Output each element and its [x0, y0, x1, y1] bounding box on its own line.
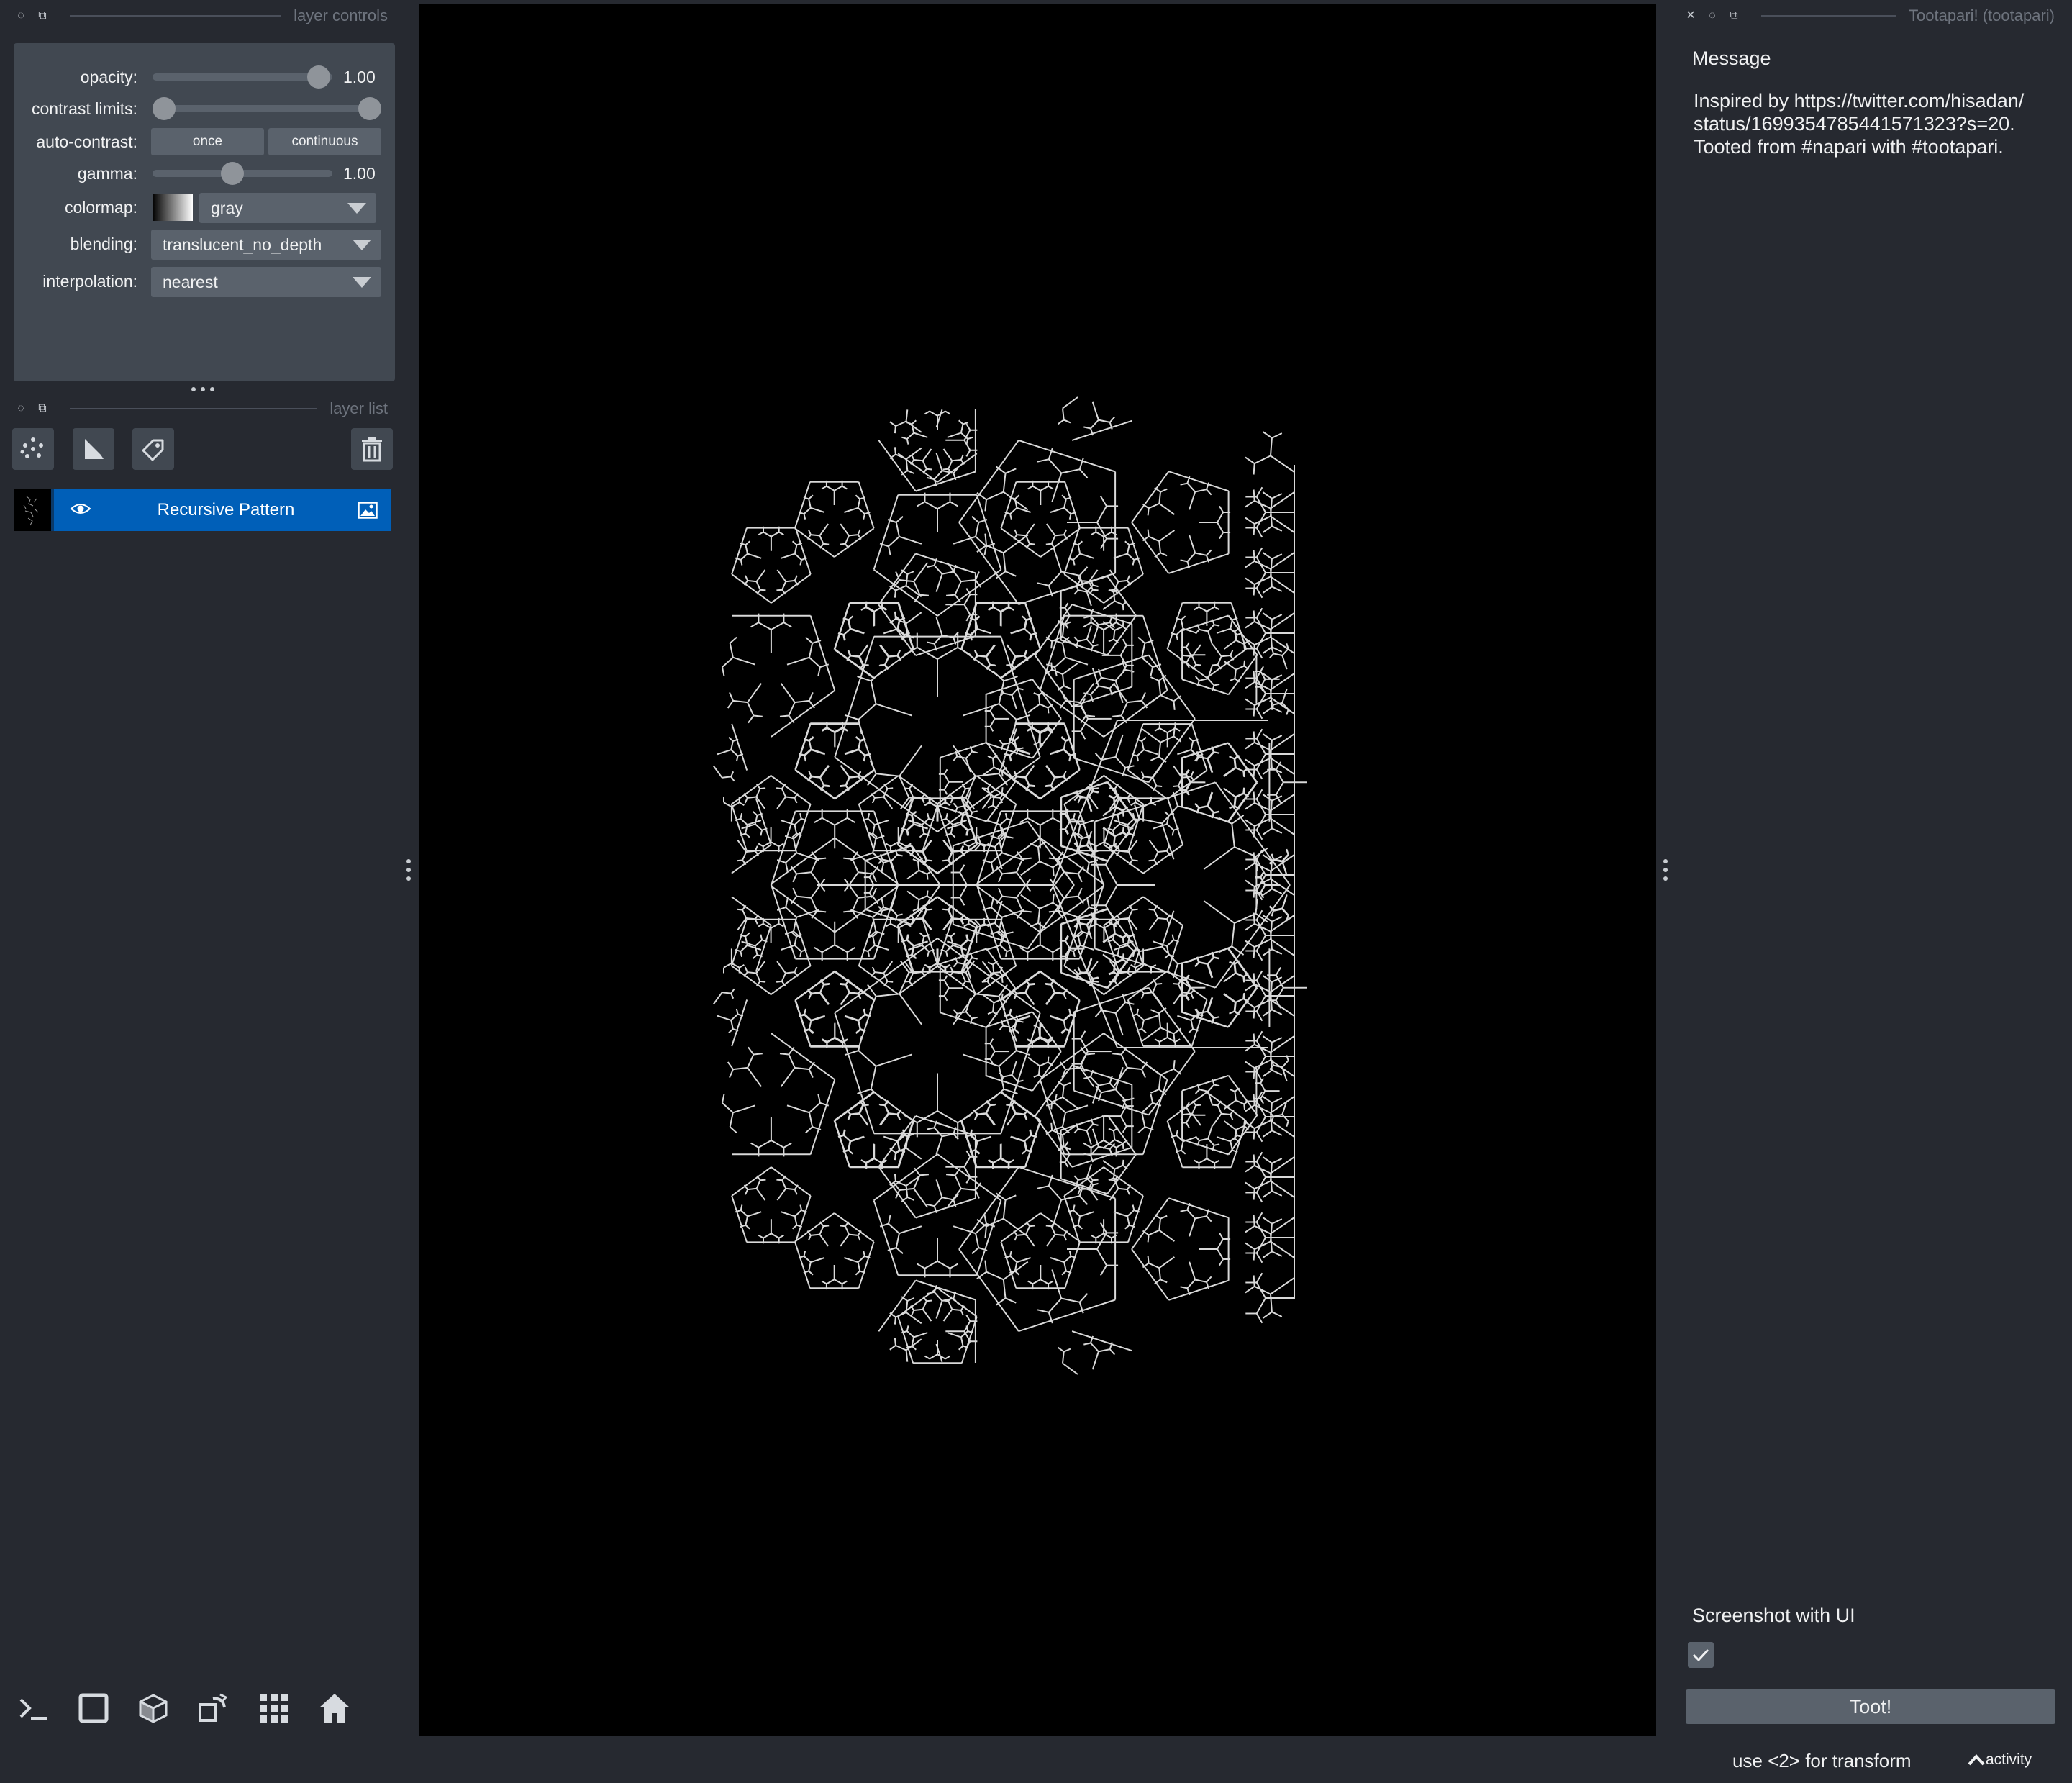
interpolation-combobox[interactable]: nearest	[151, 267, 381, 297]
blending-row: blending: translucent_no_depth	[14, 230, 395, 260]
home-icon	[319, 1694, 350, 1723]
auto-contrast-once-button[interactable]: once	[151, 128, 264, 155]
layer-controls-panel: opacity: 1.00 contrast limits: auto-cont…	[14, 43, 395, 381]
colormap-combobox[interactable]: gray	[199, 193, 376, 223]
opacity-row: opacity: 1.00	[14, 63, 395, 91]
tootapari-dock-header: ✕ ◌ ⧉ Tootapari! (tootapari)	[1684, 3, 2055, 29]
interpolation-row: interpolation: nearest	[14, 267, 395, 297]
layer-list-title: layer list	[330, 399, 388, 417]
toggle-ndisplay-button[interactable]	[73, 1687, 114, 1729]
colormap-value: gray	[211, 199, 243, 217]
message-text[interactable]: Inspired by https://twitter.com/hisadan/…	[1694, 89, 2053, 158]
auto-contrast-continuous-button[interactable]: continuous	[268, 128, 381, 155]
pattern-strokes	[712, 396, 1307, 1375]
tootapari-title: Tootapari! (tootapari)	[1909, 6, 2055, 24]
contrast-limits-row: contrast limits:	[14, 94, 395, 123]
contrast-limits-label: contrast limits:	[32, 99, 137, 118]
checkmark-icon	[1692, 1648, 1709, 1662]
panel-splitter-handle[interactable]	[191, 386, 214, 393]
new-points-layer-button[interactable]	[12, 428, 54, 470]
dropdown-arrow-icon	[353, 277, 371, 288]
recursive-pattern-image	[712, 396, 1307, 1375]
points-icon	[20, 437, 43, 458]
interpolation-value: nearest	[163, 273, 218, 291]
layer-thumbnail	[14, 489, 54, 531]
grid-view-button[interactable]	[253, 1687, 295, 1729]
message-line: Tooted from #napari with #tootapari.	[1694, 136, 2004, 158]
colormap-label: colormap:	[65, 198, 137, 217]
colormap-preview	[153, 194, 193, 221]
roll-dims-button[interactable]	[132, 1687, 174, 1729]
hide-dock-icon[interactable]: ◌	[14, 9, 28, 23]
chevron-up-icon	[1968, 1754, 1985, 1766]
opacity-label: opacity:	[80, 68, 137, 86]
screenshot-with-ui-label: Screenshot with UI	[1692, 1605, 1855, 1626]
header-divider	[70, 408, 317, 409]
opacity-slider-handle[interactable]	[307, 65, 330, 89]
labels-tag-icon	[142, 439, 164, 461]
blending-combobox[interactable]: translucent_no_depth	[151, 230, 381, 260]
contrast-high-handle[interactable]	[358, 97, 381, 120]
status-hint: use <2> for transform	[1732, 1750, 1912, 1771]
gamma-value[interactable]: 1.00	[343, 159, 376, 188]
contrast-slider-track[interactable]	[153, 105, 376, 112]
auto-contrast-row: auto-contrast: once continuous	[14, 127, 395, 156]
visibility-eye-icon[interactable]	[54, 502, 107, 520]
dropdown-arrow-icon	[353, 240, 371, 250]
float-dock-icon[interactable]: ⧉	[1727, 9, 1741, 23]
colormap-row: colormap: gray	[14, 193, 395, 223]
float-dock-icon[interactable]: ⧉	[35, 401, 50, 416]
message-line: status/1699354785441571323?s=20.	[1694, 113, 2015, 135]
gamma-label: gamma:	[77, 164, 137, 183]
layer-controls-title: layer controls	[294, 6, 388, 24]
new-shapes-layer-button[interactable]	[73, 428, 114, 470]
dropdown-arrow-icon	[347, 203, 366, 214]
shapes-icon	[85, 439, 104, 459]
message-label: Message	[1692, 47, 1771, 69]
transpose-icon	[199, 1693, 228, 1722]
reset-view-button[interactable]	[314, 1687, 355, 1729]
message-line: Inspired by https://twitter.com/hisadan/	[1694, 90, 2025, 112]
image-layer-icon	[345, 502, 391, 519]
auto-contrast-label: auto-contrast:	[36, 132, 137, 151]
float-dock-icon[interactable]: ⧉	[35, 9, 50, 23]
delete-layer-button[interactable]	[351, 428, 393, 470]
layer-controls-header: ◌ ⧉ layer controls	[14, 3, 388, 29]
header-divider	[1761, 15, 1896, 17]
contrast-low-handle[interactable]	[153, 97, 176, 120]
left-dock-resize-handle[interactable]	[406, 859, 411, 885]
blending-label: blending:	[70, 235, 137, 253]
activity-toggle[interactable]: activity	[1967, 1751, 2032, 1769]
right-dock-resize-handle[interactable]	[1663, 859, 1668, 885]
terminal-prompt-icon	[19, 1698, 47, 1720]
blending-value: translucent_no_depth	[163, 235, 322, 254]
layer-name[interactable]: Recursive Pattern	[107, 500, 345, 520]
layer-item-recursive-pattern[interactable]: Recursive Pattern	[14, 489, 391, 531]
square-2d-icon	[78, 1693, 109, 1723]
trash-icon	[362, 437, 382, 462]
grid-icon	[260, 1694, 288, 1723]
interpolation-label: interpolation:	[42, 272, 137, 291]
screenshot-with-ui-checkbox[interactable]	[1688, 1642, 1714, 1668]
cube-3d-icon	[139, 1694, 168, 1723]
new-labels-layer-button[interactable]	[132, 428, 174, 470]
hide-dock-icon[interactable]: ◌	[14, 401, 28, 416]
opacity-slider-track[interactable]	[153, 73, 332, 81]
console-button[interactable]	[12, 1687, 54, 1729]
transpose-dims-button[interactable]	[193, 1687, 235, 1729]
gamma-slider-handle[interactable]	[221, 162, 244, 185]
opacity-value[interactable]: 1.00	[343, 63, 376, 91]
gamma-row: gamma: 1.00	[14, 159, 395, 188]
viewer-canvas[interactable]	[419, 4, 1656, 1736]
hide-dock-icon[interactable]: ◌	[1705, 9, 1719, 23]
layer-list-header: ◌ ⧉ layer list	[14, 396, 388, 422]
activity-label: activity	[1986, 1751, 2032, 1768]
toot-button[interactable]: Toot!	[1686, 1689, 2055, 1724]
header-divider	[70, 15, 281, 17]
close-icon[interactable]: ✕	[1684, 9, 1698, 23]
